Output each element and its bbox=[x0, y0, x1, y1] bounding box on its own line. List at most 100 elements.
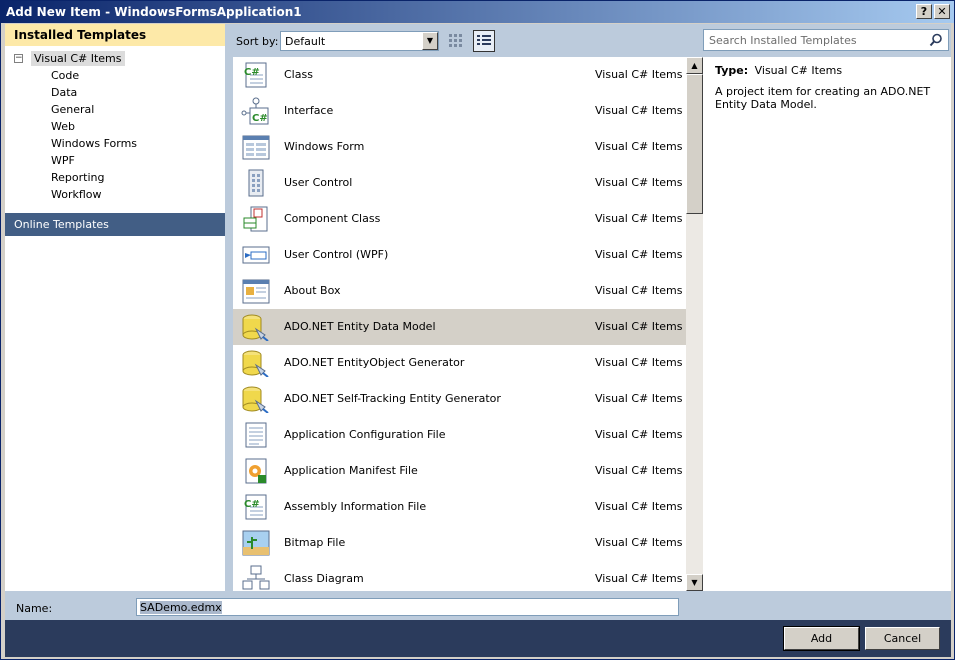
search-icon[interactable] bbox=[929, 33, 943, 47]
template-name: Assembly Information File bbox=[284, 500, 427, 513]
template-category: Visual C# Items bbox=[595, 140, 683, 153]
name-label: Name: bbox=[16, 602, 53, 615]
template-name: User Control (WPF) bbox=[284, 248, 389, 261]
cancel-button[interactable]: Cancel bbox=[865, 627, 940, 650]
sort-by-dropdown[interactable]: Default ▼ bbox=[280, 31, 439, 51]
template-category: Visual C# Items bbox=[595, 392, 683, 405]
help-button[interactable]: ? bbox=[916, 4, 932, 19]
diagram-icon bbox=[241, 565, 271, 591]
template-row[interactable]: Application Configuration File Visual C# … bbox=[233, 417, 703, 453]
template-name: User Control bbox=[284, 176, 353, 189]
template-category: Visual C# Items bbox=[595, 68, 683, 81]
sort-by-label: Sort by: bbox=[236, 35, 279, 48]
sort-bar: Sort by: Default ▼ bbox=[229, 24, 703, 57]
template-name: About Box bbox=[284, 284, 341, 297]
form-icon bbox=[241, 133, 271, 161]
template-row[interactable]: C# Class Visual C# Items bbox=[233, 57, 703, 93]
template-details: Type: Visual C# Items A project item for… bbox=[703, 57, 951, 591]
tree-item-code[interactable]: Code bbox=[5, 67, 225, 84]
template-name: ADO.NET EntityObject Generator bbox=[284, 356, 465, 369]
search-templates-input[interactable]: Search Installed Templates bbox=[703, 29, 949, 51]
template-row[interactable]: ADO.NET Entity Data Model Visual C# Items bbox=[233, 309, 686, 345]
tree-item-wpf[interactable]: WPF bbox=[5, 152, 225, 169]
tree-item-visual-csharp[interactable]: − Visual C# Items bbox=[5, 50, 225, 67]
template-name: ADO.NET Entity Data Model bbox=[284, 320, 436, 333]
search-placeholder: Search Installed Templates bbox=[709, 34, 857, 47]
template-row[interactable]: User Control (WPF) Visual C# Items bbox=[233, 237, 703, 273]
scroll-down-button[interactable]: ▼ bbox=[686, 574, 703, 591]
tree-item-windows-forms[interactable]: Windows Forms bbox=[5, 135, 225, 152]
tree-item-reporting[interactable]: Reporting bbox=[5, 169, 225, 186]
svg-text:C#: C# bbox=[244, 67, 260, 78]
title-bar: Add New Item - WindowsFormsApplication1 … bbox=[1, 1, 954, 23]
database-icon bbox=[241, 313, 271, 342]
class-icon: C# bbox=[241, 61, 271, 89]
manifest-icon bbox=[241, 457, 271, 485]
add-button[interactable]: Add bbox=[783, 626, 860, 651]
tree-item-workflow[interactable]: Workflow bbox=[5, 186, 225, 203]
interface-icon: C# bbox=[241, 97, 271, 125]
about-box-icon bbox=[241, 277, 271, 305]
tree-item-label[interactable]: Visual C# Items bbox=[31, 51, 125, 66]
add-new-item-dialog: Add New Item - WindowsFormsApplication1 … bbox=[0, 0, 955, 660]
collapse-icon[interactable]: − bbox=[14, 54, 23, 63]
grid-view-icon bbox=[449, 34, 462, 47]
template-category: Visual C# Items bbox=[595, 176, 683, 189]
list-view-icon bbox=[477, 35, 491, 45]
config-file-icon bbox=[241, 421, 271, 449]
template-name: Windows Form bbox=[284, 140, 365, 153]
type-value: Visual C# Items bbox=[754, 64, 843, 77]
class-icon: C# bbox=[241, 493, 271, 521]
bitmap-icon bbox=[241, 529, 271, 557]
template-description: A project item for creating an ADO.NET E… bbox=[715, 85, 931, 111]
dialog-body: Installed Templates − Visual C# Items Co… bbox=[5, 24, 951, 591]
template-name: Application Configuration File bbox=[284, 428, 446, 441]
template-row[interactable]: ADO.NET EntityObject Generator Visual C# … bbox=[233, 345, 703, 381]
type-label: Type: bbox=[715, 64, 749, 77]
details-view-button[interactable] bbox=[473, 30, 495, 52]
installed-templates-header[interactable]: Installed Templates bbox=[5, 24, 225, 46]
template-category: Visual C# Items bbox=[595, 464, 683, 477]
svg-text:C#: C# bbox=[252, 113, 268, 124]
tree-item-web[interactable]: Web bbox=[5, 118, 225, 135]
template-name: Bitmap File bbox=[284, 536, 346, 549]
small-icons-view-button[interactable] bbox=[445, 30, 467, 52]
template-row[interactable]: C# Interface Visual C# Items bbox=[233, 93, 703, 129]
template-category: Visual C# Items bbox=[595, 212, 683, 225]
template-row[interactable]: Application Manifest File Visual C# Items bbox=[233, 453, 703, 489]
close-button[interactable]: ✕ bbox=[934, 4, 950, 19]
sort-value: Default bbox=[285, 35, 326, 48]
chevron-down-icon[interactable]: ▼ bbox=[422, 32, 438, 50]
scrollbar-thumb[interactable] bbox=[686, 74, 703, 214]
template-name: Class Diagram bbox=[284, 572, 364, 585]
template-row[interactable]: ADO.NET Self-Tracking Entity Generator Vi… bbox=[233, 381, 703, 417]
template-row[interactable]: C# Assembly Information File Visual C# Ite… bbox=[233, 489, 703, 525]
template-row[interactable]: Component Class Visual C# Items bbox=[233, 201, 703, 237]
online-templates-header[interactable]: Online Templates bbox=[5, 213, 225, 236]
user-control-icon bbox=[241, 169, 271, 197]
template-row[interactable]: Class Diagram Visual C# Items bbox=[233, 561, 703, 591]
template-name: Class bbox=[284, 68, 313, 81]
wpf-control-icon bbox=[241, 241, 271, 269]
template-category: Visual C# Items bbox=[595, 104, 683, 117]
template-tree: − Visual C# Items Code Data General Web Wind… bbox=[5, 46, 225, 207]
template-category: Visual C# Items bbox=[595, 284, 683, 297]
template-name: ADO.NET Self-Tracking Entity Generator bbox=[284, 392, 501, 405]
details-panel: Search Installed Templates Type: Visual … bbox=[703, 24, 951, 591]
template-category: Visual C# Items bbox=[595, 428, 683, 441]
templates-list: C# Class Visual C# Items C# Interface Visual … bbox=[233, 57, 703, 591]
template-row[interactable]: Windows Form Visual C# Items bbox=[233, 129, 703, 165]
vertical-scrollbar[interactable]: ▲ ▼ bbox=[686, 57, 703, 591]
template-category: Visual C# Items bbox=[595, 356, 683, 369]
template-row[interactable]: About Box Visual C# Items bbox=[233, 273, 703, 309]
template-row[interactable]: User Control Visual C# Items bbox=[233, 165, 703, 201]
database-icon bbox=[241, 349, 271, 378]
name-value: SADemo.edmx bbox=[140, 601, 222, 614]
tree-item-data[interactable]: Data bbox=[5, 84, 225, 101]
database-icon bbox=[241, 385, 271, 414]
scroll-up-button[interactable]: ▲ bbox=[686, 57, 703, 74]
tree-item-general[interactable]: General bbox=[5, 101, 225, 118]
name-input[interactable]: SADemo.edmx bbox=[136, 598, 679, 616]
template-row[interactable]: Bitmap File Visual C# Items bbox=[233, 525, 703, 561]
template-name: Component Class bbox=[284, 212, 381, 225]
